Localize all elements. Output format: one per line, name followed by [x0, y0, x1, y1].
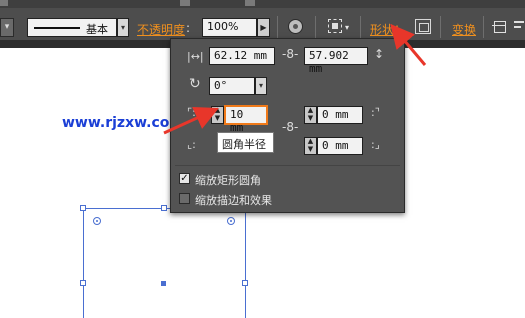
opacity-link[interactable]: 不透明度	[137, 21, 185, 38]
shape-colon: :	[395, 21, 400, 35]
shape-link[interactable]: 形状	[370, 21, 394, 38]
scale-strokes-label: 缩放描边和效果	[195, 194, 272, 207]
corner-bottom-left-icon: ⌞:	[187, 138, 196, 151]
stroke-style-label: 基本	[86, 23, 108, 36]
stroke-style-dropdown[interactable]: 基本	[27, 18, 117, 37]
selection-handle[interactable]	[242, 280, 248, 286]
chevron-down-icon[interactable]: ▾	[345, 21, 349, 35]
toolbar-divider	[483, 16, 484, 38]
rotation-field[interactable]: 0°	[209, 77, 255, 95]
corner-widget[interactable]	[93, 217, 101, 225]
corner-bottom-right-icon: :⌟	[371, 138, 380, 151]
corner-top-right-field[interactable]: 0 mm	[317, 106, 363, 124]
corner-top-right-stepper[interactable]: ▲ ▼	[304, 106, 317, 124]
toolbar-top-strip	[0, 0, 525, 8]
scale-strokes-checkbox[interactable]	[179, 193, 190, 204]
shape-properties-panel: |↔| 62.12 mm -8- 57.902 mm ↕ ↻ 0° ▾ ⌜: ▲…	[170, 38, 405, 213]
transform-icon[interactable]	[492, 19, 506, 33]
corner-top-left-field[interactable]: 10 mm	[224, 105, 268, 134]
stroke-style-arrow-button[interactable]: ▾	[117, 18, 129, 37]
transform-link[interactable]: 变换	[452, 21, 476, 38]
toolbar-divider	[440, 16, 441, 38]
toolbar-divider	[277, 16, 278, 38]
toolbar-divider	[360, 16, 361, 38]
stroke-preview-line	[34, 27, 80, 29]
align-icon[interactable]	[514, 19, 525, 33]
corner-link-icon[interactable]: -8-	[282, 121, 298, 133]
watermark-text: www.rjzxw.com	[62, 115, 184, 131]
rotation-dropdown-button[interactable]: ▾	[255, 77, 267, 95]
fill-dropdown-button[interactable]: ▾	[0, 18, 14, 37]
globe-icon[interactable]	[288, 19, 303, 34]
toolbar-divider	[315, 16, 316, 38]
recolor-artwork-icon[interactable]	[328, 19, 342, 33]
toolbar-strip-fragment	[180, 0, 190, 6]
opacity-arrow-button[interactable]: ▶	[257, 18, 270, 37]
corner-bottom-right-field[interactable]: 0 mm	[317, 137, 363, 155]
center-point	[161, 281, 166, 286]
corner-bottom-right-stepper[interactable]: ▲ ▼	[304, 137, 317, 155]
opacity-input[interactable]: 100%	[202, 18, 257, 37]
selection-handle[interactable]	[80, 280, 86, 286]
toolbar-strip-fragment	[0, 0, 8, 6]
panel-divider	[175, 165, 400, 166]
rotate-icon: ↻	[189, 76, 201, 92]
height-icon: ↕	[374, 47, 385, 61]
scale-corners-label: 缩放矩形圆角	[195, 174, 261, 187]
corner-top-left-icon: ⌜:	[187, 106, 196, 119]
opacity-colon: :	[186, 21, 191, 35]
toolbar-strip-fragment	[245, 0, 255, 6]
corner-widget[interactable]	[227, 217, 235, 225]
link-chain-icon[interactable]: -8-	[282, 48, 298, 60]
selection-handle[interactable]	[161, 205, 167, 211]
shape-properties-icon[interactable]	[415, 19, 431, 34]
height-field[interactable]: 57.902 mm	[304, 47, 368, 75]
scale-corners-checkbox[interactable]: ✓	[179, 173, 190, 184]
corner-top-left-stepper[interactable]: ▲ ▼	[211, 106, 224, 124]
width-field[interactable]: 62.12 mm	[209, 47, 275, 65]
selected-rectangle[interactable]	[83, 208, 246, 318]
corner-top-right-icon: :⌝	[371, 106, 380, 119]
selection-handle[interactable]	[80, 205, 86, 211]
width-icon: |↔|	[187, 50, 204, 63]
corner-radius-tooltip: 圆角半径	[217, 132, 274, 153]
